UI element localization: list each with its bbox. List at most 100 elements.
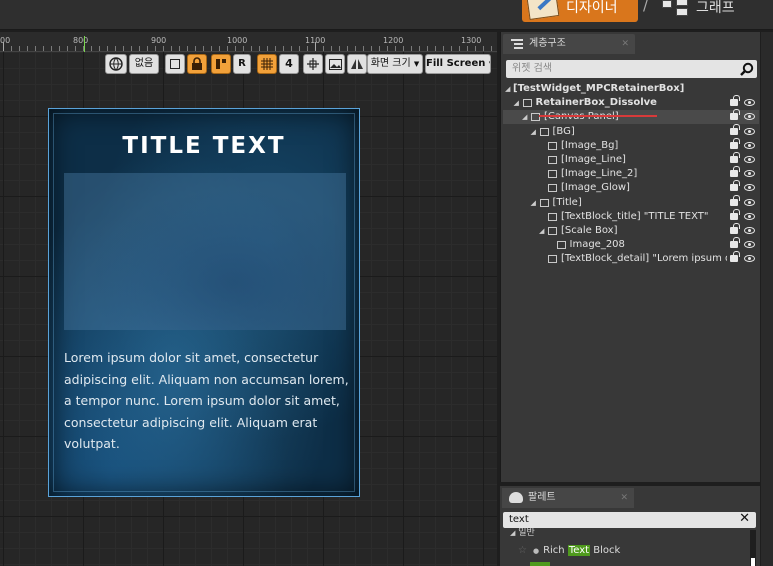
palette-search-input[interactable]: text ✕ [503, 511, 756, 528]
visibility-eye-icon[interactable] [744, 113, 755, 121]
clear-search-icon[interactable]: ✕ [739, 511, 750, 527]
hierarchy-row[interactable]: ◢ [Canvas Panel] [503, 109, 759, 125]
visibility-eye-icon[interactable] [744, 184, 755, 192]
hierarchy-row[interactable]: [Image_Bg] [503, 137, 759, 153]
ruler-tick [235, 46, 236, 51]
detail-text-block[interactable]: Lorem ipsum dolor sit amet, consectetur … [64, 347, 349, 455]
mirror-icon[interactable] [347, 54, 367, 74]
visibility-eye-icon[interactable] [744, 141, 755, 149]
designer-mode-button[interactable]: 디자이너 [522, 0, 638, 22]
fill-screen-dropdown[interactable]: Fill Screen ▼ [425, 54, 491, 74]
close-icon[interactable]: ✕ [621, 34, 629, 54]
hierarchy-row[interactable]: ◢ RetainerBox_Dissolve [503, 95, 759, 110]
visibility-eye-icon[interactable] [744, 156, 755, 163]
search-icon [740, 62, 754, 76]
lock-icon[interactable] [730, 208, 740, 220]
ruler-tick [11, 46, 12, 51]
graph-mode-button[interactable]: 그래프 [660, 0, 760, 22]
expand-arrow-icon[interactable]: ◢ [505, 82, 510, 96]
r-button[interactable]: R [233, 54, 251, 74]
tab-hierarchy[interactable]: 계층구조 ✕ [503, 34, 635, 54]
canvas-panel-icon [539, 127, 549, 136]
image-preview-icon[interactable] [325, 54, 345, 74]
widget-preview[interactable]: TITLE TEXT Lorem ipsum dolor sit amet, c… [48, 108, 360, 497]
hierarchy-row[interactable]: [TextBlock_detail] "Lorem ipsum d [503, 251, 759, 266]
annotation-underline [539, 115, 657, 117]
expand-arrow-icon[interactable]: ◢ [539, 224, 544, 238]
chevron-down-icon: ▼ [489, 60, 490, 68]
ruler-tick [115, 46, 116, 51]
expand-arrow-icon[interactable]: ◢ [514, 96, 519, 110]
umg-editor-window: 디자이너 / 그래프 00 800 900 1000 1100 1200 130… [0, 0, 773, 566]
screen-size-label: 화면 크기 [370, 58, 411, 69]
hierarchy-row[interactable]: [Image_Line_2] [503, 166, 759, 181]
lock-icon[interactable] [187, 54, 207, 74]
image-208[interactable] [64, 173, 346, 330]
horizontal-ruler: 00 800 900 1000 1100 1200 1300 [0, 32, 497, 52]
hierarchy-panel: 계층구조 ✕ 위젯 검색 ◢ [TestWidget_MPCRetainerBox… [500, 32, 760, 482]
lock-icon[interactable] [730, 194, 740, 206]
palette-item-rich-text-block[interactable]: ☆ ● Rich Text Block [518, 544, 748, 558]
hierarchy-row[interactable]: ◢ [BG] [503, 123, 759, 139]
lock-icon[interactable] [730, 180, 740, 192]
hierarchy-row[interactable]: ◢ [TestWidget_MPCRetainerBox] [503, 82, 759, 96]
ruler-tick [331, 46, 332, 51]
ruler-cursor-marker [84, 36, 85, 52]
title-text-block[interactable]: TITLE TEXT [49, 133, 359, 159]
visibility-eye-icon[interactable] [744, 99, 755, 107]
hierarchy-row-label: [Scale Box] [561, 225, 618, 236]
visibility-eye-icon[interactable] [744, 212, 755, 220]
scale-box-icon [548, 227, 557, 235]
globe-icon[interactable] [105, 54, 127, 74]
visibility-eye-icon[interactable] [744, 170, 755, 178]
expand-arrow-icon[interactable]: ◢ [522, 110, 527, 124]
ruler-tick [379, 46, 380, 51]
hierarchy-row-label: Image_208 [569, 239, 625, 251]
designer-viewport[interactable]: 00 800 900 1000 1100 1200 1300 없음 R 4 화면… [0, 32, 497, 566]
lock-icon[interactable] [730, 237, 740, 249]
respect-locks-icon[interactable] [211, 54, 231, 74]
grid-snap-icon[interactable] [257, 54, 277, 74]
lock-icon[interactable] [730, 95, 740, 107]
expand-arrow-icon[interactable]: ◢ [531, 125, 536, 139]
side-scrollbar[interactable] [761, 32, 773, 566]
widget-search-input[interactable]: 위젯 검색 [506, 60, 757, 78]
screen-size-dropdown[interactable]: 화면 크기 ▼ [367, 54, 423, 74]
hierarchy-row[interactable]: [Image_Line] [503, 152, 759, 167]
none-button[interactable]: 없음 [129, 54, 159, 74]
palette-scrollbar[interactable] [750, 530, 756, 566]
palette-tab-label: 팔레트 [528, 492, 556, 503]
tab-palette[interactable]: 팔레트 ✕ [502, 488, 634, 508]
hierarchy-row[interactable]: Image_208 [503, 237, 759, 252]
ruler-tick [419, 46, 420, 51]
grid-size-button[interactable]: 4 [279, 54, 299, 74]
expand-arrow-icon[interactable]: ◢ [531, 196, 536, 210]
lock-icon[interactable] [730, 251, 740, 263]
lock-icon[interactable] [730, 123, 740, 135]
hierarchy-row[interactable]: ◢ [Title] [503, 194, 759, 210]
visibility-eye-icon[interactable] [744, 255, 755, 263]
ruler-tick [307, 46, 308, 51]
lock-icon[interactable] [730, 223, 740, 234]
lock-icon[interactable] [730, 137, 740, 149]
ruler-tick [371, 46, 372, 51]
lock-icon[interactable] [730, 166, 740, 178]
lock-icon[interactable] [730, 109, 740, 121]
hierarchy-row[interactable]: ◢ [Scale Box] [503, 223, 759, 238]
visibility-eye-icon[interactable] [744, 127, 755, 135]
favorite-star-icon[interactable]: ☆ [518, 545, 527, 556]
hierarchy-row[interactable]: [Image_Glow] [503, 180, 759, 195]
outline-toggle-icon[interactable] [165, 54, 185, 74]
hierarchy-row-label: [Image_Glow] [561, 182, 630, 194]
visibility-eye-icon[interactable] [744, 241, 755, 249]
visibility-eye-icon[interactable] [744, 198, 755, 206]
palette-category-common[interactable]: ◢ 일반 [502, 528, 758, 539]
transform-icon[interactable] [303, 54, 323, 74]
close-icon[interactable]: ✕ [620, 488, 628, 508]
lock-icon[interactable] [730, 152, 740, 163]
visibility-eye-icon[interactable] [744, 227, 755, 234]
ruler-tick [211, 46, 212, 51]
palette-next-item[interactable] [530, 562, 550, 566]
hierarchy-row[interactable]: [TextBlock_title] "TITLE TEXT" [503, 208, 759, 224]
ruler-tick [323, 46, 324, 51]
